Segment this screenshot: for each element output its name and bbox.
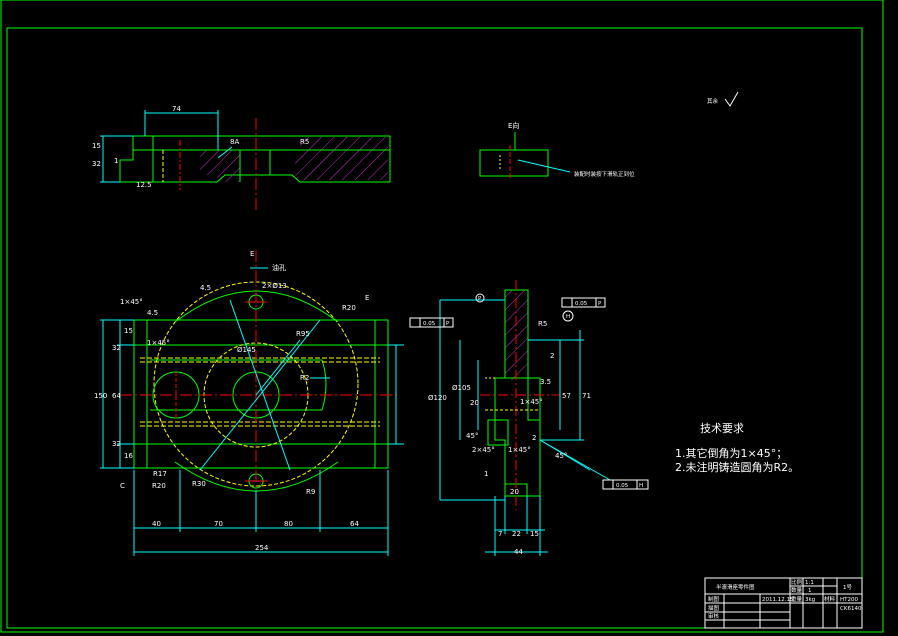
tech-title: 技术要求 xyxy=(700,422,744,435)
dim-v150: 150 xyxy=(94,392,107,400)
dim-v16: 16 xyxy=(124,452,133,460)
top-view: 74 15 32 1 8A R5 12.5 xyxy=(92,105,391,212)
label-r20-bot: R20 xyxy=(152,482,166,490)
side-h35: 3.5 xyxy=(540,378,551,386)
dim-12-5: 12.5 xyxy=(136,181,152,189)
tech-item-2: 2.未注明铸造圆角为R2。 xyxy=(675,460,799,474)
dim-ra: 8A xyxy=(230,138,239,146)
draw-date: 2011.12.15 xyxy=(762,597,794,603)
qty-label: 数量 xyxy=(791,586,803,594)
material-label: 材料 xyxy=(824,595,836,603)
label-r145: Ø145 xyxy=(237,346,256,354)
drawing-code: CK6140 xyxy=(840,606,862,612)
tol2-value: 0.05 xyxy=(575,301,588,307)
dim-15: 15 xyxy=(92,142,101,150)
drawing-no: 1号 xyxy=(843,584,852,591)
section-e-view: E向 装配时装按下滑轨正到位 xyxy=(479,121,635,180)
label-r30: R30 xyxy=(192,480,206,488)
side-view: 0.05 P 0.05 P 0.05 H P H R5 1×45° 2×45° … xyxy=(409,280,649,556)
side-c1: 1×45° xyxy=(520,398,543,406)
side-r1: 1 xyxy=(484,470,488,478)
tol3-value: 0.05 xyxy=(616,483,629,489)
dim-80: 80 xyxy=(284,520,293,528)
label-e2: E xyxy=(365,294,369,302)
side-h2: 2 xyxy=(550,352,554,360)
tech-item-1: 1.其它倒角为1×45°； xyxy=(675,446,787,460)
dim-254: 254 xyxy=(255,544,269,552)
material-value: HT200 xyxy=(840,597,858,603)
side-ang: 45° xyxy=(555,452,567,460)
side-w20: 20 xyxy=(510,488,519,496)
side-w44: 44 xyxy=(514,548,523,556)
label-c45-left: 1×45° xyxy=(147,339,170,347)
dim-74: 74 xyxy=(172,105,181,113)
dim-1: 1 xyxy=(114,157,118,165)
side-c145: 1×45° xyxy=(508,446,531,454)
part-name: 半滚滑座零件图 xyxy=(716,583,755,591)
side-d105: Ø105 xyxy=(452,384,471,392)
dim-v64: 64 xyxy=(112,392,121,400)
dim-40: 40 xyxy=(152,520,161,528)
tol1-ref: P xyxy=(446,321,450,327)
section-note: 装配时装按下滑轨正到位 xyxy=(574,170,635,178)
side-d20: 20 xyxy=(470,399,479,407)
label-c: C xyxy=(120,482,125,490)
inner-frame xyxy=(6,27,863,629)
side-r45: 45° xyxy=(466,432,478,440)
label-r2: R2 xyxy=(300,374,309,382)
row-draw: 制图 xyxy=(708,595,720,603)
dim-32: 32 xyxy=(92,160,101,168)
label-r20-top: R20 xyxy=(342,304,356,312)
side-h2b: 2 xyxy=(532,434,536,442)
dim-70: 70 xyxy=(214,520,223,528)
side-r5: R5 xyxy=(538,320,547,328)
side-c245: 2×45° xyxy=(472,446,495,454)
side-w22: 22 xyxy=(512,530,521,538)
roughness-note: 其余 xyxy=(707,97,719,105)
tol1-value: 0.05 xyxy=(423,321,436,327)
side-w7: 7 xyxy=(498,530,502,538)
side-d120: Ø120 xyxy=(428,394,447,402)
dim-r5: R5 xyxy=(300,138,309,146)
section-label: E向 xyxy=(508,121,519,130)
row-trace: 描图 xyxy=(708,604,720,612)
scale-value: 1:1 xyxy=(805,580,814,586)
marker-h: H xyxy=(566,314,570,320)
side-h57: 57 xyxy=(562,392,571,400)
roughness-symbol-icon xyxy=(724,91,739,107)
label-a1: 4.5 xyxy=(147,309,158,317)
weight-value: 3kg xyxy=(805,597,815,603)
label-r9: R9 xyxy=(306,488,315,496)
label-r17: R17 xyxy=(153,470,167,478)
side-w15: 15 xyxy=(530,530,539,538)
tol2-ref: P xyxy=(598,301,602,307)
marker-p: P xyxy=(478,296,482,302)
main-view: E 油孔 2×Ø13 R20 E R95 Ø145 R2 1×45° 1×45°… xyxy=(94,250,404,556)
dim-v15: 15 xyxy=(124,327,133,335)
dim-64: 64 xyxy=(350,520,359,528)
qty-value: 1 xyxy=(808,588,812,594)
annot-oil: 油孔 xyxy=(272,263,286,272)
marker-e: E xyxy=(250,250,254,258)
tol3-ref: H xyxy=(639,483,643,489)
hole-callout: 2×Ø13 xyxy=(262,282,287,290)
side-h71: 71 xyxy=(582,392,591,400)
tech-requirements: 技术要求 1.其它倒角为1×45°； 2.未注明铸造圆角为R2。 xyxy=(675,422,799,474)
title-block: 半滚滑座零件图 比例 1:1 数量 1 1号 重量 3kg 材料 HT200 C… xyxy=(704,577,863,629)
label-c45-top: 1×45° xyxy=(120,298,143,306)
label-a5: 4.5 xyxy=(200,284,211,292)
scale-label: 比例 xyxy=(791,578,803,586)
dim-v32a: 32 xyxy=(112,344,121,352)
label-r95: R95 xyxy=(296,330,310,338)
dim-v32b: 32 xyxy=(112,440,121,448)
row-check: 审核 xyxy=(708,612,720,620)
drawing-canvas: 74 15 32 1 8A R5 12.5 E向 装配时装按下滑轨正到位 其余 xyxy=(0,0,884,633)
outer-frame xyxy=(0,0,884,633)
